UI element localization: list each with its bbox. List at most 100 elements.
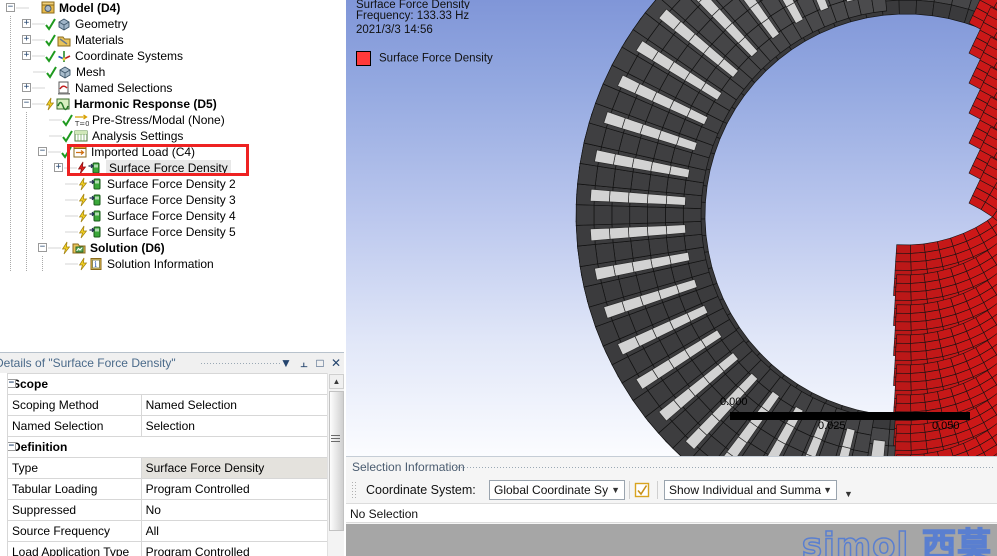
tree-node[interactable]: + Materials bbox=[0, 32, 344, 48]
tree-expander-plus-icon[interactable]: + bbox=[22, 83, 31, 93]
tree-connector-icon bbox=[65, 208, 78, 224]
details-row[interactable]: Source Frequency All bbox=[7, 520, 344, 542]
tree-connector-icon bbox=[16, 0, 29, 16]
status-check-icon bbox=[62, 129, 73, 143]
scroll-up-arrow-icon[interactable]: ▲ bbox=[329, 374, 344, 389]
tree-node-label: Harmonic Response (D5) bbox=[74, 97, 217, 111]
details-panel-titlebar: Details of "Surface Force Density" ▼ ⫠ □… bbox=[0, 353, 344, 373]
tree-node[interactable]: Surface Force Density 5 bbox=[0, 224, 344, 240]
outline-tree-list[interactable]: − Model (D4) + Geometry + Materials + Coordinat… bbox=[0, 0, 344, 272]
details-row-value[interactable]: Program Controlled bbox=[140, 541, 344, 556]
status-check-icon bbox=[45, 33, 56, 47]
checkbox-checked-icon[interactable] bbox=[634, 482, 651, 499]
details-section-collapse-icon[interactable]: − bbox=[8, 379, 16, 388]
tree-expander-minus-icon[interactable]: − bbox=[38, 147, 47, 157]
details-row[interactable]: Scoping Method Named Selection bbox=[7, 394, 344, 416]
chevron-down-icon[interactable]: ▼ bbox=[611, 481, 620, 499]
graphics-viewport[interactable]: Surface Force Density Frequency: 133.33 … bbox=[346, 0, 997, 456]
details-row[interactable]: Suppressed No bbox=[7, 499, 344, 521]
tree-node[interactable]: Surface Force Density 2 bbox=[0, 176, 344, 192]
tree-connector-icon bbox=[65, 192, 78, 208]
details-row[interactable]: Load Application Type Program Controlled bbox=[7, 541, 344, 556]
status-check-icon bbox=[62, 113, 73, 127]
tree-node[interactable]: − Model (D4) bbox=[0, 0, 344, 16]
tree-node[interactable]: + Coordinate Systems bbox=[0, 48, 344, 64]
tree-node[interactable]: + Geometry bbox=[0, 16, 344, 32]
selinfo-dot-fill bbox=[454, 466, 993, 468]
details-row-key: Type bbox=[7, 457, 142, 479]
details-section-collapse-icon[interactable]: − bbox=[8, 442, 16, 451]
tree-node-label: Solution (D6) bbox=[90, 241, 165, 255]
tree-connector-icon bbox=[32, 16, 45, 32]
details-maximize-button[interactable]: □ bbox=[312, 355, 328, 371]
details-row-value[interactable]: No bbox=[140, 499, 344, 521]
status-none-icon bbox=[29, 1, 40, 15]
chevron-down-icon-2[interactable]: ▼ bbox=[823, 481, 832, 499]
details-dropdown-button[interactable]: ▼ bbox=[278, 355, 294, 371]
lightning-bolt-icon bbox=[45, 97, 55, 111]
tree-node-label: Coordinate Systems bbox=[75, 49, 184, 63]
tree-node[interactable]: − Solution (D6) bbox=[0, 240, 344, 256]
details-property-grid[interactable]: − Scope Scoping Method Named Selection Named… bbox=[0, 373, 344, 556]
tree-expander-minus-icon[interactable]: − bbox=[22, 99, 31, 109]
watermark-logo: simol 西莫 bbox=[801, 525, 992, 556]
tree-node[interactable]: Mesh bbox=[0, 64, 344, 80]
selection-information-panel: Selection Information Coordinate System:… bbox=[346, 456, 997, 556]
details-pin-button[interactable]: ⫠ bbox=[296, 355, 312, 371]
svg-text:T=0: T=0 bbox=[74, 120, 89, 128]
details-row-value[interactable]: Program Controlled bbox=[140, 478, 344, 500]
tree-expander-plus-icon[interactable]: + bbox=[22, 51, 31, 61]
tree-node-label: Pre-Stress/Modal (None) bbox=[92, 113, 225, 127]
tree-node[interactable]: T=0 Pre-Stress/Modal (None) bbox=[0, 112, 344, 128]
tree-node[interactable]: Surface Force Density 4 bbox=[0, 208, 344, 224]
pre-stress-icon: T=0 bbox=[73, 112, 89, 128]
tree-node[interactable]: Surface Force Density 3 bbox=[0, 192, 344, 208]
tree-node[interactable]: − Imported Load (C4) bbox=[0, 144, 344, 160]
model-icon bbox=[40, 0, 56, 16]
tree-node[interactable]: − Harmonic Response (D5) bbox=[0, 96, 344, 112]
tree-node[interactable]: + Named Selections bbox=[0, 80, 344, 96]
tree-expander-plus-icon[interactable]: + bbox=[54, 163, 63, 173]
toolbar-overflow-chevron-icon[interactable]: ▼ bbox=[844, 489, 853, 499]
details-vertical-scrollbar[interactable]: ▲ bbox=[327, 373, 344, 556]
show-mode-value: Show Individual and Summa bbox=[669, 483, 822, 497]
details-row[interactable]: Tabular Loading Program Controlled bbox=[7, 478, 344, 500]
tree-node[interactable]: + Surface Force Density bbox=[0, 160, 344, 176]
show-mode-select[interactable]: Show Individual and Summa ▼ bbox=[664, 480, 837, 500]
tree-connector-icon bbox=[33, 64, 46, 80]
coordinate-system-select[interactable]: Global Coordinate Sy ▼ bbox=[489, 480, 625, 500]
tree-node-label: Geometry bbox=[75, 17, 128, 31]
scrollbar-grip-icon bbox=[331, 435, 340, 442]
toolbar-grip-icon[interactable] bbox=[351, 481, 356, 499]
outline-tree-panel[interactable]: − Model (D4) + Geometry + Materials + Coordinat… bbox=[0, 0, 344, 352]
materials-icon bbox=[56, 32, 72, 48]
details-row-key: Load Application Type bbox=[7, 541, 142, 556]
details-row-value[interactable]: Selection bbox=[140, 415, 344, 437]
viewport-scale-bar: 0.000 0.025 0.050 bbox=[720, 396, 970, 434]
tree-node[interactable]: i Solution Information bbox=[0, 256, 344, 272]
details-close-button[interactable]: ✕ bbox=[328, 355, 344, 371]
details-row[interactable]: Named Selection Selection bbox=[7, 415, 344, 437]
lightning-bolt-icon bbox=[78, 193, 88, 207]
tree-expander-plus-icon[interactable]: + bbox=[22, 35, 31, 45]
details-row-value[interactable]: Named Selection bbox=[140, 394, 344, 416]
scrollbar-thumb[interactable] bbox=[329, 391, 344, 531]
tree-connector-icon bbox=[65, 224, 78, 240]
details-row-value[interactable]: All bbox=[140, 520, 344, 542]
tree-connector-icon bbox=[49, 128, 62, 144]
tree-expander-plus-icon[interactable]: + bbox=[22, 19, 31, 29]
tree-expander-minus-icon[interactable]: − bbox=[38, 243, 47, 253]
details-row[interactable]: Type Surface Force Density bbox=[7, 457, 344, 479]
tree-expander-minus-icon[interactable]: − bbox=[6, 3, 15, 13]
tree-node-label: Surface Force Density bbox=[106, 160, 231, 176]
legend-swatch-label: Surface Force Density bbox=[379, 52, 493, 65]
tree-node[interactable]: Analysis Settings bbox=[0, 128, 344, 144]
details-section-header: − Definition bbox=[7, 436, 343, 458]
tree-connector-icon bbox=[32, 48, 45, 64]
selection-information-titlebar: Selection Information bbox=[346, 457, 997, 477]
details-row-value[interactable]: Surface Force Density bbox=[140, 457, 344, 479]
fea-mesh-model[interactable] bbox=[346, 0, 997, 456]
selection-information-toolbar: Coordinate System: Global Coordinate Sy … bbox=[346, 477, 997, 503]
tree-node-label: Surface Force Density 5 bbox=[107, 225, 236, 239]
tree-node-label: Model (D4) bbox=[59, 1, 121, 15]
